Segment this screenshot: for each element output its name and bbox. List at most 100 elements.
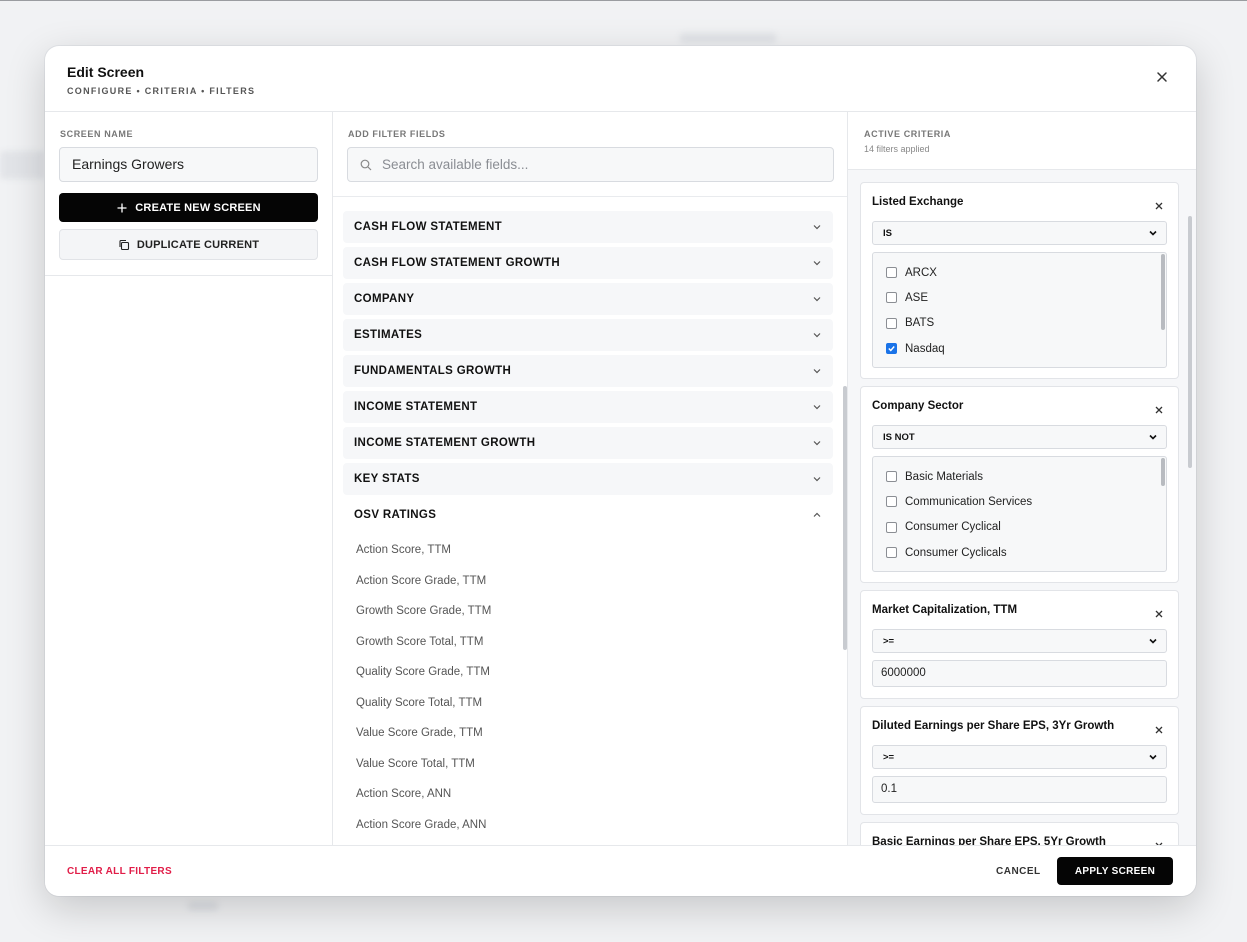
checkbox-checked[interactable]: [886, 343, 897, 355]
remove-filter-button[interactable]: [1154, 402, 1164, 414]
option-bats[interactable]: BATS: [873, 311, 1166, 336]
check-icon: [888, 346, 895, 352]
category-label: CASH FLOW STATEMENT: [354, 221, 503, 233]
screen-name-panel: SCREEN NAME Earnings Growers CREATE NEW …: [45, 112, 333, 845]
filter-title: Diluted Earnings per Share EPS, 3Yr Grow…: [872, 720, 1115, 732]
option-nasdaq[interactable]: Nasdaq: [873, 336, 1166, 361]
chevron-down-icon: [813, 405, 821, 410]
close-icon: [1155, 406, 1163, 414]
chevron-down-icon: [813, 297, 821, 302]
field-item[interactable]: Value Score Total, TTM: [343, 749, 833, 780]
category-estimates[interactable]: ESTIMATES: [343, 319, 833, 351]
options-scrollbar[interactable]: [1161, 458, 1165, 486]
operator-value: >=: [883, 635, 895, 647]
create-new-screen-button[interactable]: CREATE NEW SCREEN: [59, 193, 318, 222]
filter-title: Listed Exchange: [872, 196, 964, 208]
checkbox[interactable]: [886, 317, 897, 329]
category-label: FUNDAMENTALS GROWTH: [354, 365, 512, 377]
close-modal-button[interactable]: [1154, 69, 1170, 85]
option-label: BATS: [905, 317, 935, 330]
close-icon: [1155, 726, 1163, 734]
option-label: Basic Materials: [905, 470, 983, 483]
search-icon: [360, 159, 372, 170]
option-ase[interactable]: ASE: [873, 285, 1166, 310]
filter-value-input[interactable]: 0.1: [872, 776, 1167, 803]
options-scrollbar[interactable]: [1161, 254, 1165, 330]
field-item[interactable]: Growth Score Total, TTM: [343, 627, 833, 658]
chevron-down-icon: [813, 261, 821, 266]
add-filter-fields-label: ADD FILTER FIELDS: [348, 129, 446, 139]
field-item[interactable]: Quality Score Grade, TTM: [343, 657, 833, 688]
category-income-statement-growth[interactable]: INCOME STATEMENT GROWTH: [343, 427, 833, 459]
remove-filter-button[interactable]: [1154, 606, 1164, 618]
category-label: INCOME STATEMENT: [354, 401, 478, 413]
filter-title: Basic Earnings per Share EPS, 5Yr Growth: [872, 836, 1106, 845]
background-content: [680, 33, 776, 43]
option-label: ASE: [905, 291, 929, 304]
category-key-stats[interactable]: KEY STATS: [343, 463, 833, 495]
chevron-down-icon: [1149, 230, 1157, 236]
field-item[interactable]: Action Score Grade, ANN: [343, 810, 833, 841]
filter-card-company-sector: Company Sector IS NOT Basic Materials Co…: [860, 386, 1179, 583]
category-label: ESTIMATES: [354, 329, 423, 341]
chevron-up-icon: [813, 512, 821, 517]
options-list: Basic Materials Communication Services C…: [872, 456, 1167, 572]
cancel-button[interactable]: CANCEL: [996, 866, 1041, 877]
category-cash-flow-statement[interactable]: CASH FLOW STATEMENT: [343, 211, 833, 243]
field-search-input[interactable]: Search available fields...: [347, 147, 834, 182]
checkbox[interactable]: [886, 292, 897, 304]
filter-fields-panel: ADD FILTER FIELDS Search available field…: [333, 112, 848, 845]
duplicate-current-button[interactable]: DUPLICATE CURRENT: [59, 229, 318, 260]
field-item[interactable]: Action Score Grade, TTM: [343, 566, 833, 597]
checkbox[interactable]: [886, 471, 897, 483]
category-fundamentals-growth[interactable]: FUNDAMENTALS GROWTH: [343, 355, 833, 387]
fields-scrollbar[interactable]: [843, 386, 847, 650]
operator-select[interactable]: IS NOT: [872, 425, 1167, 449]
operator-select[interactable]: >=: [872, 745, 1167, 769]
remove-filter-button[interactable]: [1154, 838, 1164, 845]
category-osv-ratings[interactable]: OSV RATINGS: [343, 499, 833, 531]
filter-value-input[interactable]: 6000000: [872, 660, 1167, 687]
search-placeholder: Search available fields...: [382, 157, 529, 172]
category-income-statement[interactable]: INCOME STATEMENT: [343, 391, 833, 423]
field-item[interactable]: Quality Score Total, TTM: [343, 688, 833, 719]
active-criteria-panel: ACTIVE CRITERIA 14 filters applied Liste…: [848, 112, 1196, 845]
option-label: Communication Services: [905, 495, 1033, 508]
field-item[interactable]: Growth Score Grade, TTM: [343, 596, 833, 627]
field-item[interactable]: Value Score Grade, TTM: [343, 718, 833, 749]
divider: [333, 196, 847, 197]
option-basic-materials[interactable]: Basic Materials: [873, 464, 1166, 489]
modal-header: Edit Screen CONFIGURE • CRITERIA • FILTE…: [45, 46, 1196, 112]
option-communication-services[interactable]: Communication Services: [873, 489, 1166, 514]
field-item[interactable]: Action Score, ANN: [343, 779, 833, 810]
filters-count: 14 filters applied: [864, 144, 930, 154]
criteria-scrollbar[interactable]: [1188, 216, 1192, 468]
remove-filter-button[interactable]: [1154, 198, 1164, 210]
close-icon: [1155, 610, 1163, 618]
screen-name-input[interactable]: Earnings Growers: [59, 147, 318, 182]
screen-name-section: SCREEN NAME Earnings Growers CREATE NEW …: [45, 112, 332, 276]
category-cash-flow-statement-growth[interactable]: CASH FLOW STATEMENT GROWTH: [343, 247, 833, 279]
checkbox[interactable]: [886, 267, 897, 279]
apply-screen-button[interactable]: APPLY SCREEN: [1057, 857, 1173, 885]
checkbox[interactable]: [886, 547, 897, 559]
clear-all-filters-button[interactable]: CLEAR ALL FILTERS: [67, 866, 172, 877]
close-icon: [1155, 202, 1163, 210]
modal-subtitle: CONFIGURE • CRITERIA • FILTERS: [67, 86, 256, 96]
option-label: ARCX: [905, 266, 937, 279]
checkbox[interactable]: [886, 496, 897, 508]
field-item[interactable]: Action Score, TTM: [343, 535, 833, 566]
checkbox[interactable]: [886, 521, 897, 533]
operator-select[interactable]: IS: [872, 221, 1167, 245]
category-company[interactable]: COMPANY: [343, 283, 833, 315]
option-consumer-cyclicals[interactable]: Consumer Cyclicals: [873, 540, 1166, 565]
operator-value: >=: [883, 751, 895, 763]
background-content: [0, 151, 45, 179]
option-arcx[interactable]: ARCX: [873, 260, 1166, 285]
edit-screen-modal: Edit Screen CONFIGURE • CRITERIA • FILTE…: [45, 46, 1196, 896]
filter-card-market-cap: Market Capitalization, TTM >= 6000000: [860, 590, 1179, 699]
operator-select[interactable]: >=: [872, 629, 1167, 653]
remove-filter-button[interactable]: [1154, 722, 1164, 734]
active-criteria-header: ACTIVE CRITERIA 14 filters applied: [848, 112, 1196, 170]
option-consumer-cyclical[interactable]: Consumer Cyclical: [873, 515, 1166, 540]
